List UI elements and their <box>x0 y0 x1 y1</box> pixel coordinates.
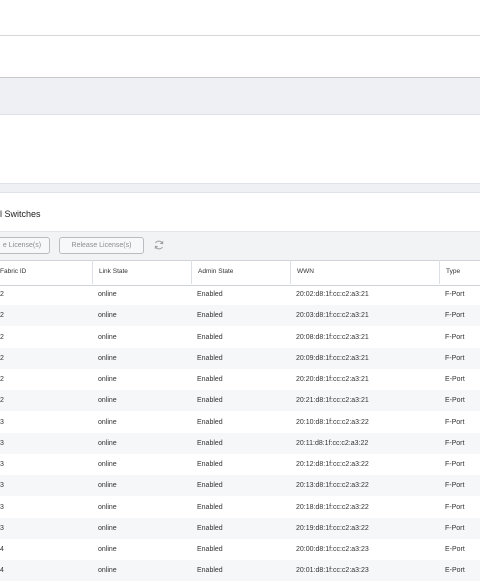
cell-link-state: online <box>98 439 117 447</box>
column-header-wwn[interactable]: WWN <box>290 260 439 284</box>
cell-link-state: online <box>98 503 117 511</box>
cell-fabric-id: 3 <box>0 524 4 532</box>
cell-wwn: 20:01:d8:1f:cc:c2:a3:23 <box>296 567 369 575</box>
top-area <box>0 0 480 36</box>
content-section <box>0 36 480 78</box>
table-row[interactable]: 4 online Enabled 20:01:d8:1f:cc:c2:a3:23 E-P… <box>0 560 480 582</box>
cell-fabric-id: 2 <box>0 333 4 341</box>
table-row[interactable]: 2 online Enabled 20:02:d8:1f:cc:c2:a3:21 F-P… <box>0 284 480 305</box>
table-row[interactable]: 3 online Enabled 20:13:d8:1f:cc:c2:a3:22 F-P… <box>0 475 480 497</box>
table-row[interactable]: 3 online Enabled 20:11:d8:1f:cc:c2:a3:22 F-P… <box>0 432 480 454</box>
content-section-2 <box>0 115 480 183</box>
refresh-icon[interactable] <box>153 239 165 251</box>
table-row[interactable]: 2 online Enabled 20:08:d8:1f:cc:c2:a3:21 F-P… <box>0 327 480 348</box>
cell-admin-state: Enabled <box>197 376 223 383</box>
section-separator <box>0 183 480 193</box>
cell-wwn: 20:19:d8:1f:cc:c2:a3:22 <box>296 524 369 532</box>
cell-wwn: 20:00:d8:1f:cc:c2:a3:23 <box>296 546 369 553</box>
cell-fabric-id: 2 <box>0 397 4 405</box>
cell-wwn: 20:02:d8:1f:cc:c2:a3:21 <box>296 291 369 298</box>
acquire-license-button[interactable]: e License(s) <box>0 237 50 254</box>
cell-admin-state: Enabled <box>197 418 223 426</box>
cell-admin-state: Enabled <box>197 482 223 490</box>
cell-admin-state: Enabled <box>197 397 223 405</box>
cell-admin-state: Enabled <box>197 503 223 511</box>
cell-link-state: online <box>98 397 117 405</box>
cell-fabric-id: 4 <box>0 546 4 553</box>
cell-type: F-Port <box>445 354 465 362</box>
cell-type: F-Port <box>445 291 465 298</box>
table-row[interactable]: 2 online Enabled 20:03:d8:1f:cc:c2:a3:21 F-P… <box>0 305 480 327</box>
cell-fabric-id: 3 <box>0 439 4 447</box>
cell-type: F-Port <box>445 418 465 426</box>
table-row[interactable]: 3 online Enabled 20:19:d8:1f:cc:c2:a3:22 F-P… <box>0 517 480 539</box>
column-header-link-state[interactable]: Link State <box>92 260 191 284</box>
cell-admin-state: Enabled <box>197 333 223 341</box>
cell-link-state: online <box>98 546 117 553</box>
column-header-admin-state[interactable]: Admin State <box>191 260 290 284</box>
cell-fabric-id: 2 <box>0 354 4 362</box>
table-row[interactable]: 2 online Enabled 20:20:d8:1f:cc:c2:a3:21 E-P… <box>0 369 480 390</box>
cell-type: F-Port <box>445 439 465 447</box>
cell-admin-state: Enabled <box>197 567 223 575</box>
cell-wwn: 20:11:d8:1f:cc:c2:a3:22 <box>296 439 369 447</box>
table-row[interactable]: 3 online Enabled 20:18:d8:1f:cc:c2:a3:22 F-P… <box>0 497 480 518</box>
cell-link-state: online <box>98 524 117 532</box>
cell-wwn: 20:20:d8:1f:cc:c2:a3:21 <box>296 376 369 383</box>
cell-type: E-Port <box>445 397 465 405</box>
cell-wwn: 20:12:d8:1f:cc:c2:a3:22 <box>296 461 369 468</box>
table-row[interactable]: 3 online Enabled 20:10:d8:1f:cc:c2:a3:22 F-P… <box>0 412 480 433</box>
cell-link-state: online <box>98 482 117 490</box>
cell-wwn: 20:18:d8:1f:cc:c2:a3:22 <box>296 503 369 511</box>
cell-link-state: online <box>98 567 117 575</box>
cell-fabric-id: 4 <box>0 567 4 575</box>
cell-admin-state: Enabled <box>197 524 223 532</box>
cell-type: E-Port <box>445 567 465 575</box>
cell-fabric-id: 3 <box>0 503 4 511</box>
cell-fabric-id: 2 <box>0 312 4 320</box>
table-row[interactable]: 3 online Enabled 20:12:d8:1f:cc:c2:a3:22 F-P… <box>0 454 480 475</box>
cell-link-state: online <box>98 312 117 320</box>
cell-link-state: online <box>98 461 117 468</box>
cell-type: F-Port <box>445 503 465 511</box>
cell-fabric-id: 2 <box>0 291 4 298</box>
cell-admin-state: Enabled <box>197 461 223 468</box>
cell-admin-state: Enabled <box>197 312 223 320</box>
cell-wwn: 20:09:d8:1f:cc:c2:a3:21 <box>296 354 369 362</box>
cell-type: E-Port <box>445 546 465 553</box>
cell-type: F-Port <box>445 312 465 320</box>
cell-link-state: online <box>98 418 117 426</box>
cell-link-state: online <box>98 376 117 383</box>
cell-admin-state: Enabled <box>197 354 223 362</box>
cell-type: F-Port <box>445 482 465 490</box>
cell-fabric-id: 3 <box>0 461 4 468</box>
cell-admin-state: Enabled <box>197 291 223 298</box>
cell-link-state: online <box>98 291 117 298</box>
table-row[interactable]: 2 online Enabled 20:21:d8:1f:cc:c2:a3:21 E-P… <box>0 390 480 412</box>
table-row[interactable]: 4 online Enabled 20:00:d8:1f:cc:c2:a3:23 E-P… <box>0 539 480 560</box>
panel-title: l Switches <box>0 209 41 219</box>
cell-type: E-Port <box>445 376 465 383</box>
cell-type: F-Port <box>445 524 465 532</box>
release-license-button[interactable]: Release License(s) <box>59 237 144 254</box>
cell-fabric-id: 2 <box>0 376 4 383</box>
cell-link-state: online <box>98 354 117 362</box>
cell-wwn: 20:03:d8:1f:cc:c2:a3:21 <box>296 312 369 320</box>
cell-admin-state: Enabled <box>197 439 223 447</box>
cell-wwn: 20:13:d8:1f:cc:c2:a3:22 <box>296 482 369 490</box>
cell-wwn: 20:08:d8:1f:cc:c2:a3:21 <box>296 333 369 341</box>
cell-type: F-Port <box>445 461 465 468</box>
cell-fabric-id: 3 <box>0 482 4 490</box>
cell-link-state: online <box>98 333 117 341</box>
column-header-fabric-id[interactable]: Fabric ID <box>0 260 92 284</box>
section-header-bar <box>0 78 480 115</box>
column-header-type[interactable]: Type <box>439 260 480 284</box>
cell-wwn: 20:10:d8:1f:cc:c2:a3:22 <box>296 418 369 426</box>
cell-fabric-id: 3 <box>0 418 4 426</box>
cell-type: F-Port <box>445 333 465 341</box>
cell-wwn: 20:21:d8:1f:cc:c2:a3:21 <box>296 397 369 405</box>
table-row[interactable]: 2 online Enabled 20:09:d8:1f:cc:c2:a3:21 F-P… <box>0 347 480 369</box>
cell-admin-state: Enabled <box>197 546 223 553</box>
